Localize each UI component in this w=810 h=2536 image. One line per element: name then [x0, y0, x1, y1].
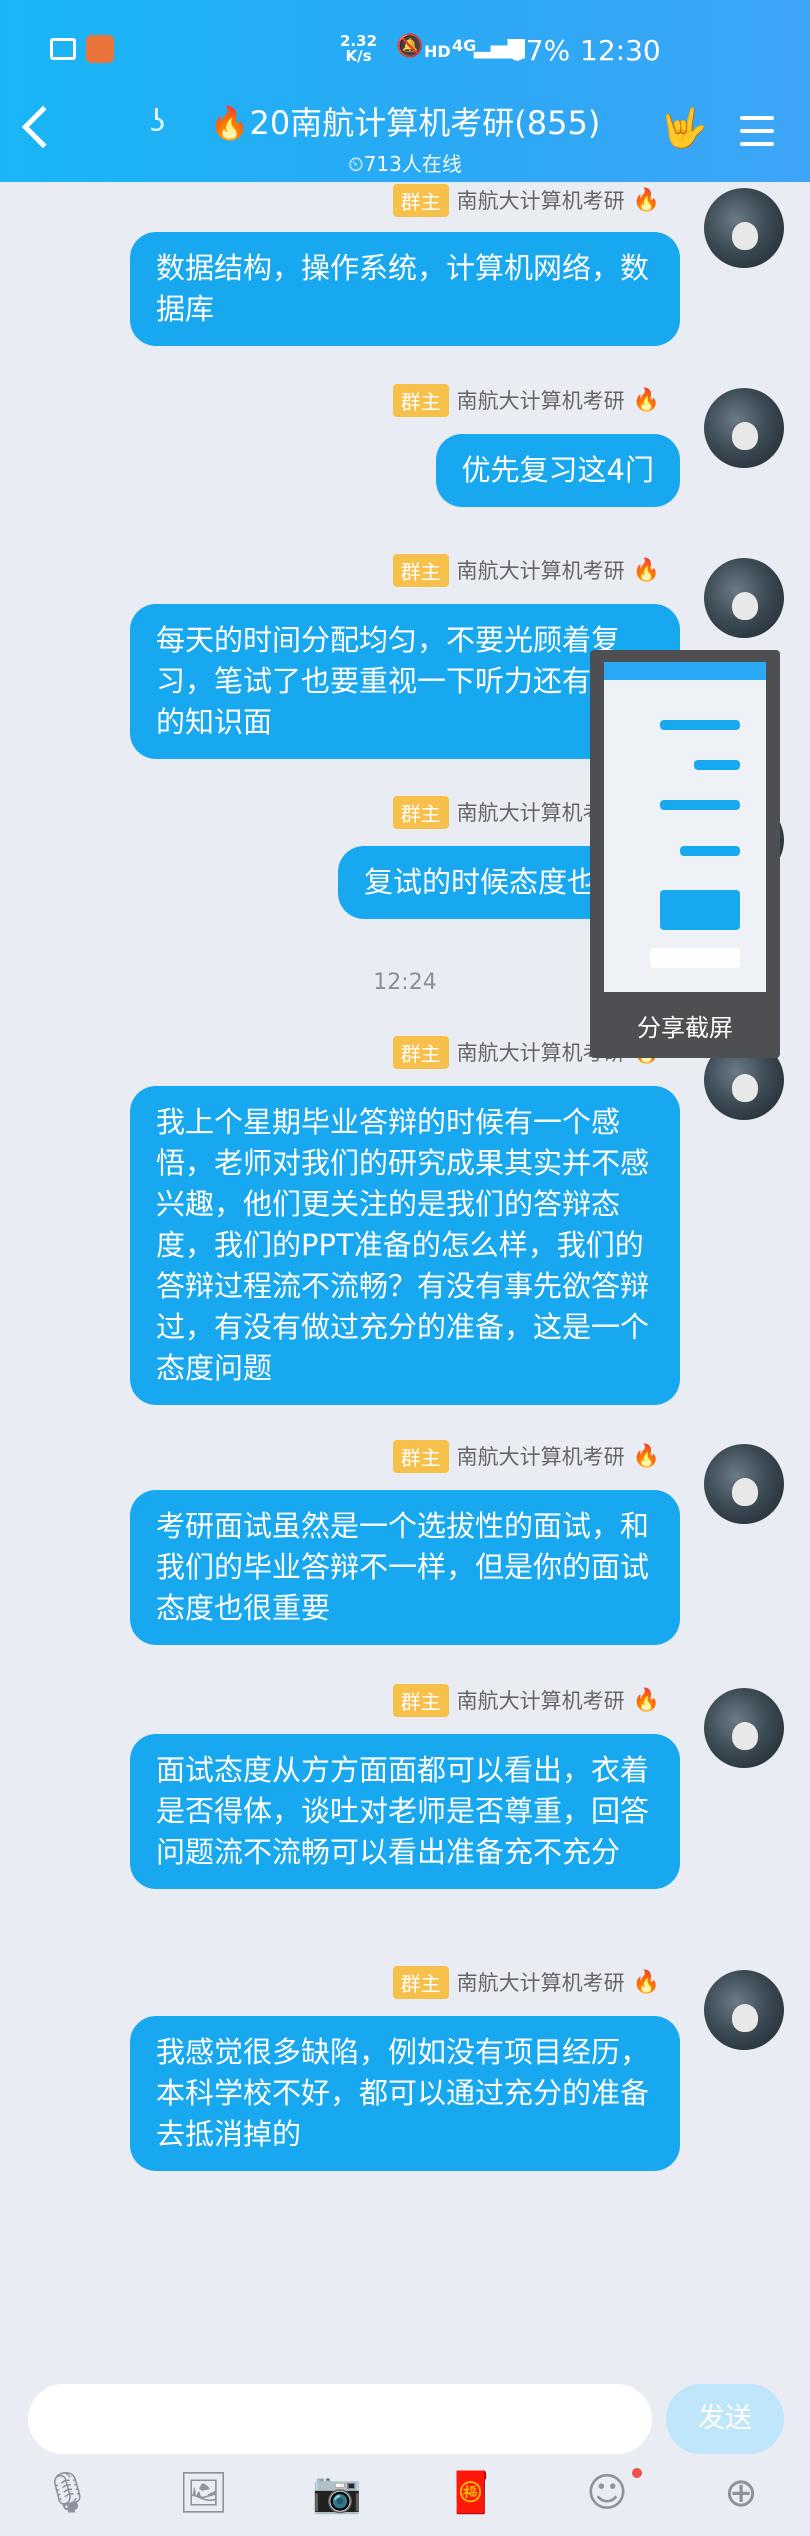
owner-badge: 群主 — [392, 383, 449, 417]
fire-icon: 🔥 — [632, 557, 660, 583]
menu-icon[interactable] — [740, 116, 774, 155]
emoji-icon[interactable]: ☺ — [582, 2468, 632, 2518]
message-bubble[interactable]: 考研面试虽然是一个选拔性的面试，和我们的毕业答辩不一样，但是你的面试态度也很重要 — [130, 1490, 680, 1645]
online-count: ⏲713人在线 — [348, 152, 462, 176]
fire-icon: 🔥 — [632, 187, 660, 213]
status-bar: 2.32 K/s 🔕 HD 4G ▂▄▆ 67% 12:30 — [0, 0, 810, 100]
app-notification-icon — [86, 35, 114, 63]
composer: 发送 — [0, 2384, 810, 2464]
fire-icon: 🔥 — [632, 1969, 660, 1995]
sender-name[interactable]: 南航大计算机考研 — [457, 555, 625, 585]
network-speed: 2.32 K/s — [340, 32, 378, 65]
message-bubble[interactable]: 我上个星期毕业答辩的时候有一个感悟，老师对我们的研究成果其实并不感兴趣，他们更关… — [130, 1086, 680, 1405]
message-input[interactable] — [28, 2384, 652, 2454]
battery-level: 67% — [508, 34, 571, 67]
message-bubble[interactable]: 面试态度从方方面面都可以看出，衣着是否得体，谈吐对老师是否尊重，回答问题流不流畅… — [130, 1734, 680, 1889]
owner-badge: 群主 — [392, 553, 449, 587]
owner-badge: 群主 — [392, 1439, 449, 1473]
plus-icon[interactable]: ⊕ — [716, 2468, 766, 2518]
avatar[interactable] — [704, 1688, 784, 1768]
send-button[interactable]: 发送 — [666, 2384, 784, 2454]
network-type: 4G — [452, 36, 477, 55]
hand-gesture-icon[interactable]: 🤟 — [660, 106, 707, 151]
fire-icon: 🔥 — [632, 1687, 660, 1713]
sender-name[interactable]: 南航大计算机考研 — [457, 1685, 625, 1715]
owner-badge: 群主 — [392, 795, 449, 829]
message-bubble[interactable]: 数据结构，操作系统，计算机网络，数据库 — [130, 232, 680, 346]
sender-line: 群主 南航大计算机考研 🔥 — [392, 553, 660, 587]
owner-badge: 群主 — [392, 183, 449, 217]
share-screenshot-label[interactable]: 分享截屏 — [590, 1008, 780, 1043]
sender-name[interactable]: 南航大计算机考研 — [457, 185, 625, 215]
gallery-notification-icon — [50, 38, 76, 60]
sender-line: 群主 南航大计算机考研 🔥 — [392, 1439, 660, 1473]
sender-line: 群主 南航大计算机考研 🔥 — [392, 383, 660, 417]
red-packet-icon[interactable]: 🧧 — [446, 2468, 496, 2518]
mute-icon: 🔕 — [396, 34, 424, 59]
avatar[interactable] — [704, 1970, 784, 2050]
sender-line: 群主 南航大计算机考研 🔥 — [392, 1965, 660, 1999]
clock: 12:30 — [580, 34, 661, 67]
avatar[interactable] — [704, 388, 784, 468]
avatar[interactable] — [704, 1444, 784, 1524]
microphone-icon[interactable]: 🎙 — [42, 2468, 93, 2518]
top-bar: 2.32 K/s 🔕 HD 4G ▂▄▆ 67% 12:30 ʖ 🔥20南航计算… — [0, 0, 810, 182]
sender-line: 群主 南航大计算机考研 🔥 — [392, 1683, 660, 1717]
avatar[interactable] — [704, 188, 784, 268]
message-bubble[interactable]: 优先复习这4门 — [435, 434, 680, 507]
emoji-notification-dot — [632, 2468, 642, 2478]
avatar[interactable] — [704, 558, 784, 638]
screenshot-thumbnail[interactable] — [604, 662, 766, 992]
sender-name[interactable]: 南航大计算机考研 — [457, 385, 625, 415]
camera-icon[interactable]: 📷 — [312, 2468, 362, 2518]
message-bubble[interactable]: 我感觉很多缺陷，例如没有项目经历，本科学校不好，都可以通过充分的准备去抵消掉的 — [130, 2016, 680, 2171]
share-screenshot-popup[interactable]: 分享截屏 — [590, 650, 780, 1058]
sender-name[interactable]: 南航大计算机考研 — [457, 1967, 625, 1997]
sender-name[interactable]: 南航大计算机考研 — [457, 1441, 625, 1471]
chat-toolbar: 🎙 🖼 📷 🧧 ☺ ⊕ — [0, 2462, 810, 2536]
fire-icon: 🔥 — [632, 1443, 660, 1469]
hd-indicator: HD — [424, 42, 451, 61]
sender-line: 群主 南航大计算机考研 🔥 — [392, 183, 660, 217]
owner-badge: 群主 — [392, 1965, 449, 1999]
owner-badge: 群主 — [392, 1035, 449, 1069]
image-icon[interactable]: 🖼 — [178, 2468, 229, 2518]
fire-icon: 🔥 — [632, 387, 660, 413]
owner-badge: 群主 — [392, 1683, 449, 1717]
